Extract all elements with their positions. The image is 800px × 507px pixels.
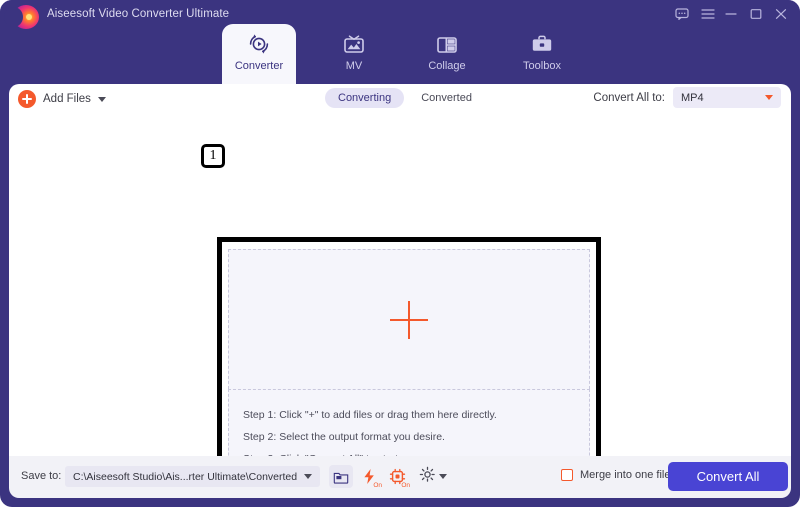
file-drop-zone[interactable]: Step 1: Click "+" to add files or drag t… xyxy=(228,249,590,475)
chevron-down-icon[interactable] xyxy=(97,96,106,102)
maximize-icon[interactable] xyxy=(745,5,767,25)
plus-circle-icon xyxy=(18,90,36,108)
tab-label: Converter xyxy=(234,60,284,72)
save-to-label: Save to: xyxy=(21,470,62,482)
tab-collage[interactable]: Collage xyxy=(408,24,486,84)
tab-mv[interactable]: MV xyxy=(315,24,393,84)
plus-icon[interactable] xyxy=(390,300,428,339)
toolbox-icon xyxy=(529,33,555,57)
lightning-bolt-icon[interactable]: On xyxy=(357,465,382,489)
toolbar: Add Files Converting Converted Convert A… xyxy=(9,84,791,112)
tab-label: MV xyxy=(345,60,363,72)
app-title: Aiseesoft Video Converter Ultimate xyxy=(47,8,230,20)
convert-all-to-label: Convert All to: xyxy=(593,91,665,104)
tab-toolbox[interactable]: Toolbox xyxy=(503,24,581,84)
tab-label: Toolbox xyxy=(523,60,561,72)
save-path-value: C:\Aiseesoft Studio\Ais...rter Ultimate\… xyxy=(73,470,298,483)
merge-into-one-file-group[interactable]: Merge into one file xyxy=(561,469,671,481)
title-bar: Aiseesoft Video Converter Ultimate Conve… xyxy=(0,0,800,84)
step-line: Step 2: Select the output format you des… xyxy=(243,431,445,443)
chevron-down-icon xyxy=(304,474,312,479)
add-files-label: Add Files xyxy=(43,93,91,105)
converter-icon xyxy=(246,33,272,57)
convert-all-button[interactable]: Convert All xyxy=(668,462,788,491)
settings-button[interactable] xyxy=(419,465,457,488)
gpu-accel-state: On xyxy=(401,482,410,489)
step-line: Step 1: Click "+" to add files or drag t… xyxy=(243,409,497,421)
output-format-value: MP4 xyxy=(681,91,704,104)
save-path-select[interactable]: C:\Aiseesoft Studio\Ais...rter Ultimate\… xyxy=(65,466,320,487)
tab-bar: Converter MV Collage Toolbox xyxy=(0,24,800,84)
annotation-badge-1: 1 xyxy=(201,144,225,168)
converting-converted-segmented: Converting Converted xyxy=(325,88,485,108)
merge-label: Merge into one file xyxy=(580,469,671,481)
chevron-down-icon[interactable] xyxy=(439,474,447,479)
gear-icon xyxy=(419,466,436,488)
tab-converter[interactable]: Converter xyxy=(222,24,296,84)
tab-label: Collage xyxy=(428,60,466,72)
chevron-down-icon xyxy=(765,95,773,100)
drop-zone-upper[interactable] xyxy=(228,249,590,389)
hw-accel-state: On xyxy=(373,482,382,489)
menu-icon[interactable] xyxy=(697,5,719,25)
convert-all-to-group: Convert All to: MP4 xyxy=(593,87,781,108)
minimize-icon[interactable] xyxy=(720,5,742,25)
add-files-button[interactable]: Add Files xyxy=(18,88,106,110)
feedback-icon[interactable] xyxy=(671,5,693,25)
merge-checkbox[interactable] xyxy=(561,469,573,481)
gpu-chip-icon[interactable]: On xyxy=(385,465,410,489)
mv-icon xyxy=(341,33,367,57)
folder-browse-icon[interactable] xyxy=(329,465,353,488)
bottom-bar: Save to: C:\Aiseesoft Studio\Ais...rter … xyxy=(9,456,791,498)
app-window: Aiseesoft Video Converter Ultimate Conve… xyxy=(0,0,800,507)
close-icon[interactable] xyxy=(770,5,792,25)
output-format-select[interactable]: MP4 xyxy=(673,87,781,108)
segment-converted[interactable]: Converted xyxy=(408,88,485,108)
collage-icon xyxy=(434,33,460,57)
segment-converting[interactable]: Converting xyxy=(325,88,405,108)
content-card: Add Files Converting Converted Convert A… xyxy=(9,84,791,486)
